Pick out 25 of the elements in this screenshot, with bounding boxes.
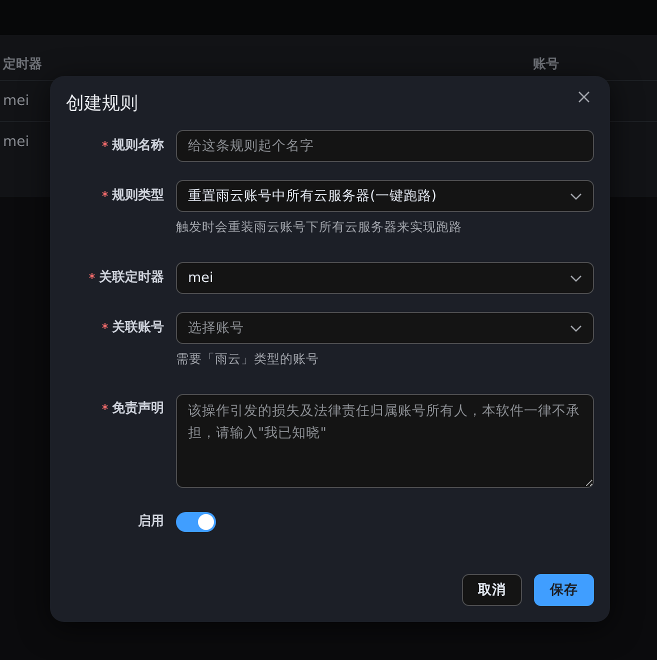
field-label: 规则类型 [112, 187, 164, 205]
field-hint: 需要「雨云」类型的账号 [176, 350, 320, 368]
textarea-field[interactable]: 该操作引发的损失及法律责任归属账号所有人，本软件一律不承担，请输入"我已知晓" [176, 394, 594, 488]
chevron-down-icon [570, 192, 582, 200]
close-button[interactable] [578, 91, 590, 103]
chevron-down-icon [570, 274, 582, 282]
field-label: 免责声明 [112, 400, 164, 418]
table-cell-text: mei [3, 132, 30, 152]
column-header: 定时器 [3, 56, 42, 74]
field-label: 关联定时器 [99, 268, 164, 287]
table-cell-text: mei [3, 92, 30, 110]
field-hint: 触发时会重装雨云账号下所有云服务器来实现跑路 [176, 218, 463, 236]
save-button[interactable]: 保存 [534, 574, 594, 606]
cancel-button[interactable]: 取消 [462, 574, 522, 606]
field-label: 关联账号 [112, 318, 164, 337]
select-field[interactable]: mei [176, 262, 594, 294]
field-label: 规则名称 [112, 137, 164, 155]
dialog-title: 创建规则 [66, 92, 138, 116]
field-label: 启用 [138, 512, 164, 531]
column-header: 账号 [533, 56, 559, 74]
text-input[interactable]: 给这条规则起个名字 [176, 130, 594, 162]
chevron-down-icon [570, 324, 582, 332]
select-field[interactable]: 重置雨云账号中所有云服务器(一键跑路) [176, 180, 594, 212]
toggle-switch[interactable] [176, 512, 216, 532]
select-field[interactable]: 选择账号 [176, 312, 594, 344]
